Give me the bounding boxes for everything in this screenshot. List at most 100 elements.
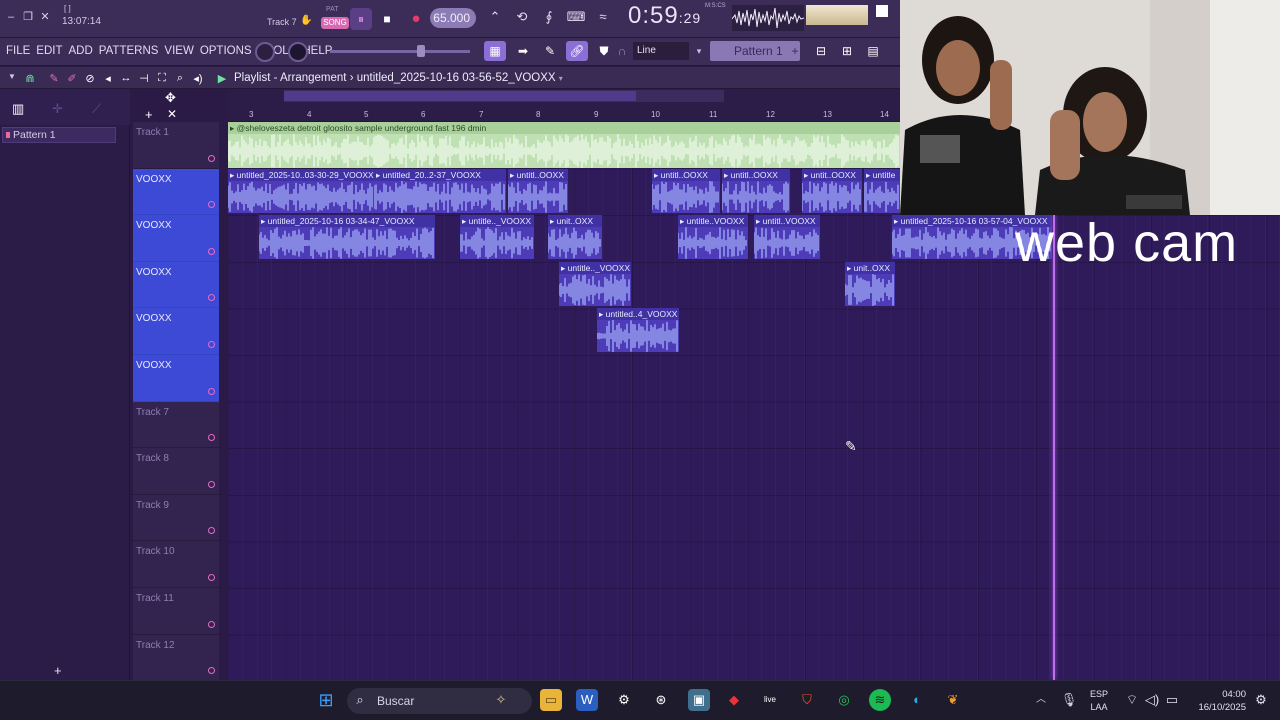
audio-clip[interactable]: ▸ untitle..VOOXX [678, 215, 748, 259]
piano-icon[interactable]: ▥ [12, 101, 24, 117]
slip-tool-icon[interactable]: ↔ [120, 72, 132, 84]
link-icon[interactable]: 🔗︎ [566, 41, 588, 61]
playback-tool-icon[interactable]: ◂) [192, 72, 204, 85]
speaker-icon[interactable]: ◁) [1141, 689, 1163, 711]
audio-clip[interactable]: ▸ unit..OXX [548, 215, 602, 259]
slice-tool-icon[interactable]: ⊣ [138, 72, 150, 85]
snap-dropdown-icon[interactable]: ▾ [692, 41, 706, 61]
audio-clip[interactable]: ▸ untitl..OOXX [508, 169, 568, 213]
menu-add[interactable]: ADD [69, 45, 93, 57]
audio-clip[interactable]: ▸ unit..OXX [845, 262, 895, 306]
notifications-icon[interactable]: ⚙ [1250, 689, 1272, 711]
project-dropdown-icon[interactable]: ▾ [559, 74, 563, 83]
track-mute-dot[interactable] [208, 294, 215, 302]
track-header[interactable]: Track 8 [133, 448, 219, 495]
stamp-icon[interactable]: ⛊ [593, 41, 615, 61]
track-header[interactable]: VOOXX [133, 308, 219, 355]
scrollbar-thumb[interactable] [284, 91, 636, 101]
track-mute-dot[interactable] [208, 573, 215, 581]
track-mute-dot[interactable] [208, 154, 215, 162]
track-header[interactable]: VOOXX [133, 261, 219, 309]
play-pattern-icon[interactable]: ▶ [216, 72, 228, 85]
menu-file[interactable]: FILE [6, 45, 30, 57]
menu-edit[interactable]: EDIT [36, 45, 62, 57]
pencil-tool-icon[interactable]: ✎ [539, 41, 561, 61]
delete-tool-icon[interactable]: ⊘ [84, 72, 96, 85]
audio-clip[interactable]: ▸ untitled_2025-10..03-30-29_VOOXX [228, 169, 374, 213]
track-mute-dot[interactable] [208, 527, 215, 535]
word-icon[interactable]: W [576, 689, 598, 711]
settings-icon[interactable]: ⚙ [613, 689, 635, 711]
countdown-icon[interactable]: ≈ [592, 9, 614, 27]
snap-magnet-icon[interactable]: ⋒ [24, 72, 36, 85]
track-header[interactable]: Track 1 [133, 122, 219, 169]
audio-clip[interactable]: ▸ untitle.._VOOXX [460, 215, 534, 259]
record-icon[interactable]: ● [405, 8, 427, 30]
audio-icon[interactable]: ✛ [52, 101, 63, 117]
snap-select[interactable]: Line [633, 42, 689, 60]
track-mute-dot[interactable] [208, 434, 215, 442]
brave-icon[interactable]: ⛉ [796, 689, 818, 711]
track-header[interactable]: Track 12 [133, 634, 219, 682]
track-header[interactable]: Track 7 [133, 401, 219, 449]
move-icon[interactable]: ✥ [165, 90, 176, 106]
select-tool-icon[interactable]: ⛶ [156, 72, 168, 84]
edge-icon[interactable]: ◐ [906, 689, 928, 711]
maximize-icon[interactable]: ❐ [21, 10, 35, 24]
track-header[interactable]: VOOXX [133, 168, 219, 216]
track-mute-dot[interactable] [208, 620, 215, 628]
mixer-icon[interactable]: ⊟ [810, 41, 832, 61]
fl-studio-icon[interactable]: ❦ [942, 689, 964, 711]
red-app-icon[interactable]: ◆ [723, 689, 745, 711]
steam-icon[interactable]: ⊛ [650, 689, 672, 711]
minimize-icon[interactable]: – [4, 10, 18, 24]
wifi-icon[interactable]: ⌔ [1121, 689, 1143, 711]
language-indicator[interactable]: ESP LAA [1090, 688, 1108, 714]
track-mute-dot[interactable] [208, 667, 215, 675]
audio-clip[interactable]: ▸ untitle.._VOOXX [559, 262, 631, 306]
automation-icon[interactable]: ⟋ [92, 101, 101, 117]
ableton-live-icon[interactable]: live [759, 689, 781, 711]
playhead-marker[interactable] [1053, 215, 1055, 680]
typing-keyboard-icon[interactable]: ⌨ [565, 9, 587, 27]
channel-rack-icon[interactable]: ⊞ [836, 41, 858, 61]
audio-clip[interactable]: ▸ untitle [864, 169, 900, 213]
taskbar-clock[interactable]: 04:00 16/10/2025 [1190, 688, 1246, 714]
pause-icon[interactable]: ⏸ [350, 8, 372, 30]
track-mute-dot[interactable] [208, 340, 215, 348]
menu-view[interactable]: VIEW [164, 45, 193, 57]
app-icon[interactable]: ▣ [688, 689, 710, 711]
audio-clip[interactable]: ▸ @shelovesze­ta detroit gloosito sample… [228, 122, 900, 168]
master-pitch-knob[interactable] [288, 42, 308, 62]
audio-clip[interactable]: ▸ untitled_2025-10-16 03-34-47_VOOXX [259, 215, 435, 259]
loop-record-icon[interactable]: ⟲ [511, 9, 533, 27]
metronome-icon[interactable]: ⌃ [484, 9, 506, 27]
draw-tool-icon[interactable]: ✎ [48, 72, 60, 85]
master-volume-knob[interactable] [255, 42, 275, 62]
track-header[interactable]: VOOXX [133, 215, 219, 262]
audio-clip[interactable]: ▸ untit..OOXX [802, 169, 862, 213]
audio-clip[interactable]: ▸ untitl..OOXX [722, 169, 790, 213]
track-header[interactable]: Track 9 [133, 494, 219, 542]
mute-tool-icon[interactable]: ◂ [102, 72, 114, 85]
magnet-icon[interactable]: ∩ [615, 41, 629, 61]
picker-pattern-item[interactable]: Pattern 1 [2, 127, 116, 143]
windows-start-icon[interactable]: ⊞ [315, 689, 337, 711]
track-mute-dot[interactable] [208, 480, 215, 488]
spotify-icon[interactable]: ≋ [869, 689, 891, 711]
audio-clip[interactable]: ▸ untitled_20..2-37_VOOXX [374, 169, 506, 213]
options-arrow-icon[interactable]: ▼ [6, 72, 18, 84]
close-icon[interactable]: ✕ [38, 10, 52, 24]
piano-roll-icon[interactable]: ▤ [862, 41, 884, 61]
menu-options[interactable]: OPTIONS [200, 45, 252, 57]
arrow-right-icon[interactable]: ➡ [512, 41, 534, 61]
track-mute-dot[interactable] [208, 201, 215, 209]
playlist-view-icon[interactable]: ▦ [484, 41, 506, 61]
song-mode-button[interactable]: SONG [321, 17, 349, 29]
close-playlist-icon[interactable]: ✕ [167, 107, 177, 121]
track-header[interactable]: Track 11 [133, 588, 219, 635]
master-slider-handle[interactable] [417, 45, 425, 57]
add-pattern-button[interactable]: + [54, 663, 62, 678]
audio-clip[interactable]: ▸ untitl..VOOXX [754, 215, 820, 259]
stop-icon[interactable]: ■ [376, 8, 398, 30]
